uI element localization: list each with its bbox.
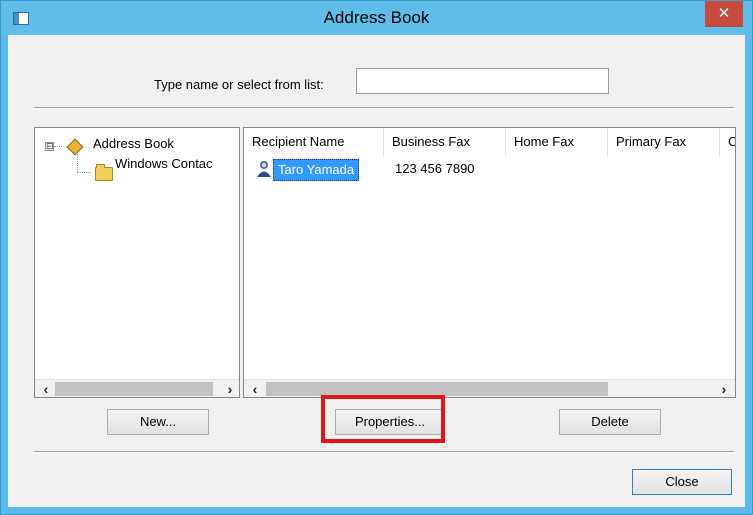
- close-icon[interactable]: ✕: [705, 1, 743, 27]
- folder-icon: [95, 164, 113, 181]
- tree-connector: [77, 154, 78, 172]
- collapse-icon[interactable]: ⊟: [45, 142, 54, 151]
- scroll-thumb[interactable]: [55, 382, 213, 396]
- new-button[interactable]: New...: [107, 409, 209, 435]
- contact-icon: [257, 161, 271, 177]
- search-label: Type name or select from list:: [154, 77, 324, 92]
- address-book-window: Address Book ✕ Type name or select from …: [0, 0, 753, 515]
- window-title: Address Book: [323, 8, 430, 27]
- column-header-more[interactable]: C: [720, 128, 735, 156]
- column-header-recipient-name[interactable]: Recipient Name: [244, 128, 384, 156]
- recipient-row-name[interactable]: Taro Yamada: [273, 159, 360, 181]
- tree-item-windows-contacts[interactable]: Windows Contac: [115, 156, 213, 171]
- properties-highlight-frame: [321, 395, 445, 443]
- column-header-business-fax[interactable]: Business Fax: [384, 128, 506, 156]
- close-button[interactable]: Close: [632, 469, 732, 495]
- recipient-row-business-fax: 123 456 7890: [395, 161, 475, 176]
- scroll-right-icon[interactable]: ›: [221, 380, 239, 397]
- search-input[interactable]: [356, 68, 609, 94]
- address-book-icon: [66, 138, 84, 156]
- scroll-left-icon[interactable]: ‹: [246, 380, 264, 397]
- delete-button[interactable]: Delete: [559, 409, 661, 435]
- scroll-thumb[interactable]: [266, 382, 608, 396]
- tree-horizontal-scrollbar[interactable]: ‹ ›: [35, 379, 239, 397]
- title-bar[interactable]: Address Book ✕: [1, 1, 752, 35]
- address-book-tree[interactable]: ⊟ Address Book Windows Contac ‹ ›: [34, 127, 240, 398]
- tree-connector: [77, 172, 91, 173]
- tree-item-address-book[interactable]: Address Book: [93, 136, 174, 151]
- divider-top: [34, 107, 734, 109]
- recipient-list[interactable]: Recipient Name Business Fax Home Fax Pri…: [243, 127, 736, 398]
- divider-bottom: [34, 451, 734, 453]
- tree-connector: [54, 146, 62, 147]
- list-horizontal-scrollbar[interactable]: ‹ ›: [244, 379, 735, 397]
- scroll-right-icon[interactable]: ›: [715, 380, 733, 397]
- column-header-primary-fax[interactable]: Primary Fax: [608, 128, 720, 156]
- column-header-home-fax[interactable]: Home Fax: [506, 128, 608, 156]
- scroll-left-icon[interactable]: ‹: [37, 380, 55, 397]
